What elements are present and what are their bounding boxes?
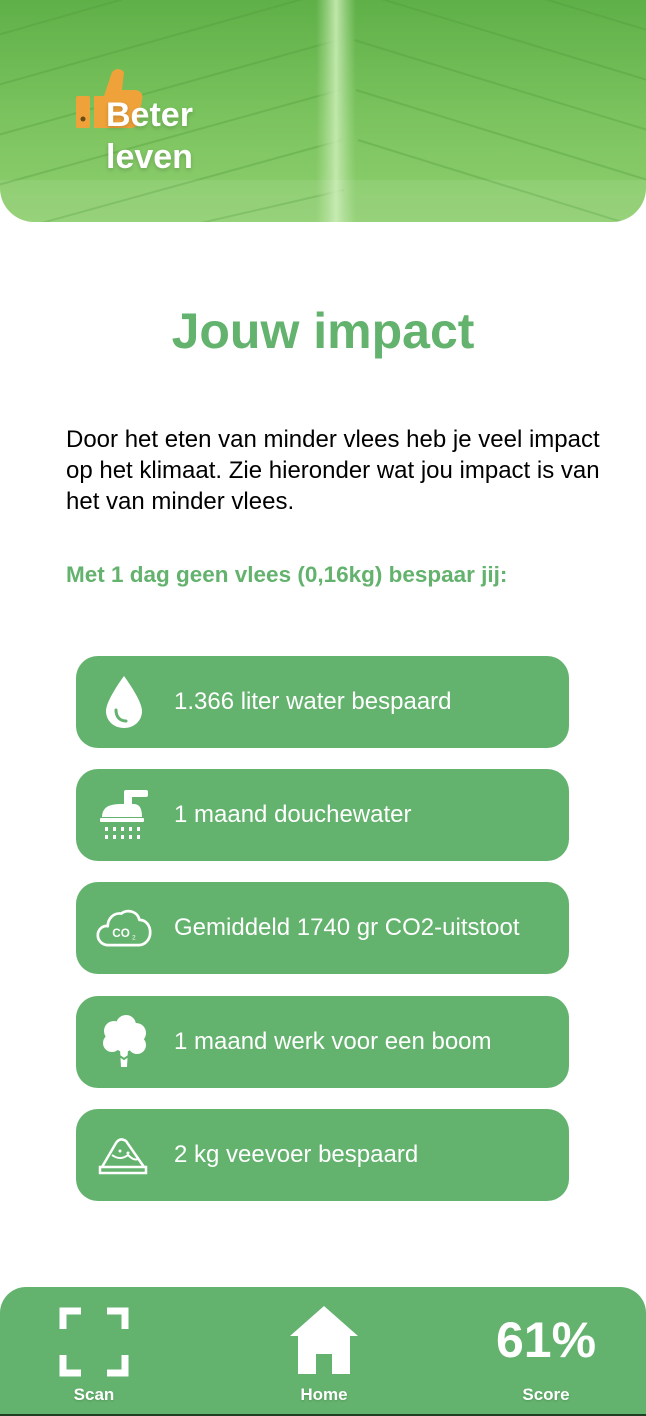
- impact-card-feed: 2 kg veevoer bespaard: [76, 1109, 569, 1201]
- impact-card-water: 1.366 liter water bespaard: [76, 656, 569, 748]
- nav-score-label: Score: [522, 1385, 570, 1404]
- bottom-navigation: Scan Home 61% Score: [0, 1287, 646, 1416]
- impact-card-co2: CO 2 Gemiddeld 1740 gr CO2-uitstoot: [76, 882, 569, 974]
- impact-card-shower: 1 maand douchewater: [76, 769, 569, 861]
- nav-scan-button[interactable]: Scan: [44, 1287, 144, 1414]
- brand-line-1: Beter: [106, 96, 193, 134]
- shower-icon: [96, 787, 152, 843]
- score-value: 61%: [495, 1312, 597, 1368]
- svg-text:CO: CO: [112, 927, 130, 940]
- home-icon: [290, 1306, 358, 1374]
- header-banner: Beter leven: [0, 0, 646, 222]
- impact-label-feed: 2 kg veevoer bespaard: [174, 1141, 419, 1168]
- intro-text: Door het eten van minder vlees heb je ve…: [66, 426, 600, 515]
- nav-home-label: Home: [300, 1385, 348, 1404]
- impact-label-co2: Gemiddeld 1740 gr CO2-uitstoot: [174, 914, 520, 941]
- feed-pile-icon: [96, 1127, 152, 1183]
- nav-home-button[interactable]: Home: [274, 1287, 374, 1414]
- nav-score-button[interactable]: 61% Score: [486, 1287, 606, 1414]
- impact-card-tree: 1 maand werk voor een boom: [76, 996, 569, 1088]
- water-drop-icon: [96, 674, 152, 730]
- impact-label-shower: 1 maand douchewater: [174, 801, 412, 828]
- svg-text:2: 2: [132, 935, 136, 942]
- impact-label-tree: 1 maand werk voor een boom: [174, 1028, 492, 1055]
- impact-label-water: 1.366 liter water bespaard: [174, 688, 452, 715]
- nav-scan-label: Scan: [73, 1385, 115, 1404]
- savings-subheading: Met 1 dag geen vlees (0,16kg) bespaar ji…: [66, 562, 508, 587]
- app-logo[interactable]: Beter leven: [74, 66, 214, 176]
- scan-frame-icon: [59, 1307, 129, 1377]
- brand-line-2: leven: [106, 138, 193, 176]
- co2-cloud-icon: CO 2: [96, 900, 152, 956]
- page-title: Jouw impact: [171, 303, 475, 359]
- tree-icon: [96, 1014, 152, 1070]
- brand-name: Beter leven: [106, 94, 193, 178]
